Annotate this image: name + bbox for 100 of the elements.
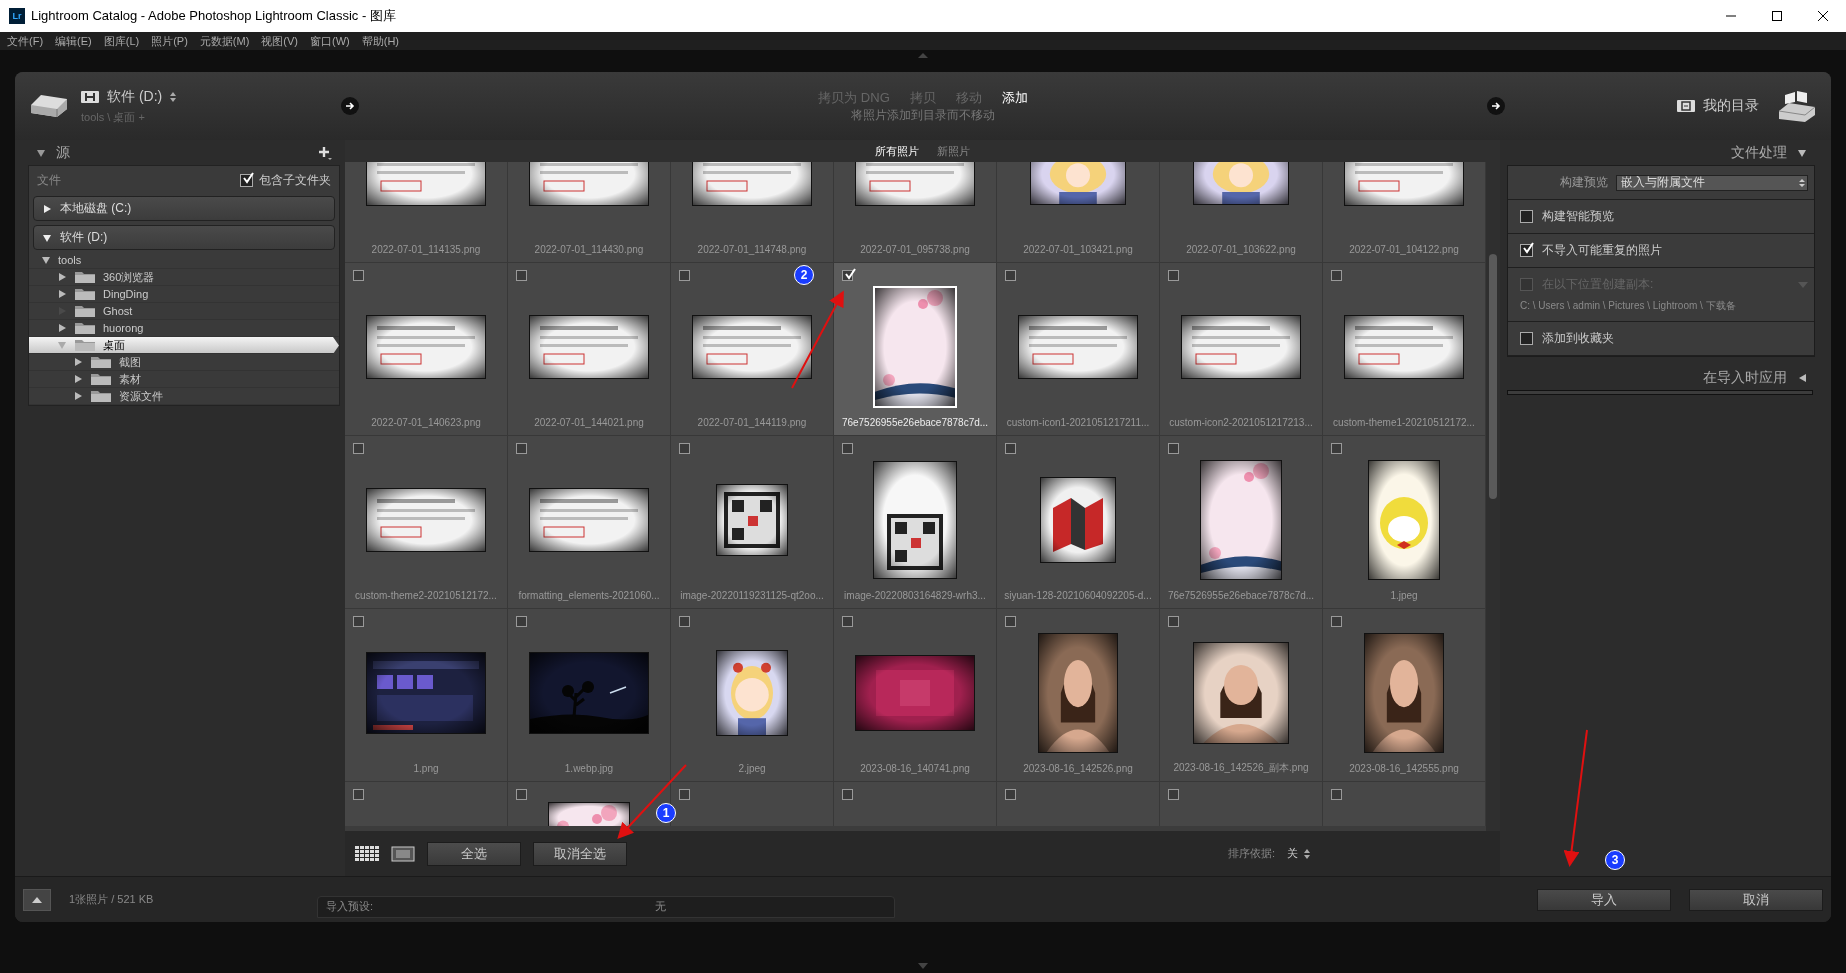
import-button[interactable]: 导入	[1537, 888, 1671, 911]
file-name: 2023-08-16_140741.png	[860, 762, 970, 774]
thumbnail-cell[interactable]: custom-theme2-20210512172...	[345, 436, 508, 609]
folder-item[interactable]: 素材	[29, 371, 339, 388]
section-label: 文件	[37, 171, 61, 189]
file-name: 1.jpeg	[1390, 589, 1418, 601]
cancel-button[interactable]: 取消	[1689, 888, 1823, 911]
file-name: image-20220803164829-wrh3...	[844, 589, 986, 601]
panel-title: 源	[56, 143, 70, 162]
thumbnail-cell[interactable]: 2022-07-01_114430.png	[508, 162, 671, 263]
thumbnail-cell[interactable]: custom-icon2-2021051217213...	[1160, 263, 1323, 436]
volume-header[interactable]: 本地磁盘 (C:)	[33, 196, 335, 221]
file-name: custom-theme2-20210512172...	[355, 589, 497, 601]
thumbnail-cell[interactable]: image-20220119231125-qt2oo...	[671, 436, 834, 609]
file-name: 2022-07-01_104122.png	[1349, 243, 1459, 255]
thumbnail-cell[interactable]: 76e7526955e26ebace7878c7d...	[1160, 436, 1323, 609]
folder-item[interactable]: 截图	[29, 354, 339, 371]
preset-field[interactable]: 导入预设: 无	[317, 895, 895, 918]
sort-dropdown[interactable]: 关	[1287, 846, 1310, 861]
thumbnail-cell[interactable]: formatting_elements-2021060...	[508, 436, 671, 609]
file-name: 2.jpeg	[738, 762, 766, 774]
file-name: formatting_elements-2021060...	[518, 589, 660, 601]
menu-item[interactable]: 帮助(H)	[361, 33, 399, 49]
thumbnail-cell[interactable]: 2023-08-16_142526_副本.png	[1160, 609, 1323, 782]
file-name: custom-theme1-20210512172...	[1333, 416, 1475, 428]
thumbnail-cell[interactable]: 2022-07-01_144021.png	[508, 263, 671, 436]
thumbnail-cell[interactable]: 2023-08-16_142555.png	[1323, 609, 1486, 782]
thumbnail-cell[interactable]: 76e7526955e26ebace7878c7d...	[834, 263, 997, 436]
menu-item[interactable]: 图库(L)	[103, 33, 140, 49]
file-name: 1.webp.jpg	[564, 762, 614, 774]
file-name: 76e7526955e26ebace7878c7d...	[1167, 589, 1315, 601]
file-name: 2023-08-16_142526.png	[1023, 762, 1133, 774]
file-name: 1.png	[413, 762, 439, 774]
file-name: 2022-07-01_140623.png	[371, 416, 481, 428]
file-name: 2023-08-16_142526_副本.png	[1173, 761, 1309, 775]
window-title: Lightroom Catalog - Adobe Photoshop Lightroom Classic - 图库	[31, 7, 397, 25]
file-name: 2022-07-01_114430.png	[534, 243, 644, 255]
file-name: custom-icon1-2021051217211...	[1006, 416, 1150, 428]
file-name: 2022-07-01_144021.png	[534, 416, 644, 428]
panel-title: 文件处理	[1731, 143, 1787, 162]
thumbnail-cell[interactable]: 1.webp.jpg	[508, 609, 671, 782]
option-label: 不导入可能重复的照片	[1542, 242, 1662, 259]
file-name: 2022-07-01_103622.png	[1186, 243, 1296, 255]
folder-item[interactable]: 资源文件	[29, 388, 339, 405]
file-name: siyuan-128-20210604092205-d...	[1004, 589, 1152, 601]
thumbnail-cell[interactable]: 2023-08-16_142526.png	[997, 609, 1160, 782]
folder-path: C: \ Users \ admin \ Pictures \ Lightroom \ 下载备	[1520, 299, 1737, 313]
checkbox-label: 包含子文件夹	[259, 171, 331, 189]
field-label: 构建预览	[1560, 174, 1608, 191]
preview-dropdown[interactable]: 嵌入与附属文件	[1616, 174, 1808, 191]
thumbnail-cell[interactable]: 1.jpeg	[1323, 436, 1486, 609]
thumbnail-cell[interactable]: 2022-07-01_104122.png	[1323, 162, 1486, 263]
thumbnail-cell[interactable]: 2022-07-01_103421.png	[997, 162, 1160, 263]
file-name: 76e7526955e26ebace7878c7d...	[841, 416, 989, 428]
mode-tab[interactable]: 添加	[1001, 88, 1028, 107]
folder-item[interactable]: Ghost	[29, 303, 339, 320]
folder-item[interactable]: 桌面	[29, 337, 339, 354]
volume-header[interactable]: 软件 (D:)	[33, 225, 335, 250]
thumbnail-cell[interactable]: 2022-07-01_114135.png	[345, 162, 508, 263]
panel-title: 在导入时应用	[1703, 368, 1787, 387]
photo-summary: 1张照片 / 521 KB	[69, 892, 155, 907]
thumbnail-cell[interactable]: 2022-07-01_114748.png	[671, 162, 834, 263]
source-volume[interactable]: 软件 (D:)	[107, 87, 163, 106]
thumbnail-cell[interactable]: 2022-07-01_095738.png	[834, 162, 997, 263]
file-name: image-20220119231125-qt2oo...	[680, 589, 824, 601]
menu-item[interactable]: 照片(P)	[151, 33, 188, 49]
option-label: 构建智能预览	[1542, 208, 1614, 225]
thumbnail-cell[interactable]: custom-icon1-2021051217211...	[997, 263, 1160, 436]
thumbnail-cell[interactable]: custom-theme1-20210512172...	[1323, 263, 1486, 436]
app-icon: Lr	[9, 8, 25, 24]
mode-hint: 将照片添加到目录而不移动	[851, 106, 995, 124]
thumbnail-cell[interactable]: siyuan-128-20210604092205-d...	[997, 436, 1160, 609]
file-name: 2022-07-01_114748.png	[697, 243, 807, 255]
file-name: 2022-07-01_095738.png	[860, 243, 970, 255]
file-name: 2022-07-01_114135.png	[371, 243, 481, 255]
filter-tab[interactable]: 所有照片	[875, 143, 919, 159]
sort-label: 排序依据:	[1227, 846, 1275, 861]
folder-item[interactable]: DingDing	[29, 286, 339, 303]
thumbnail-cell[interactable]: 2022-07-01_103622.png	[1160, 162, 1323, 263]
thumbnail-cell[interactable]: 2023-08-16_140741.png	[834, 609, 997, 782]
menu-item[interactable]: 元数据(M)	[199, 33, 250, 49]
thumbnail-cell[interactable]: 2022-07-01_140623.png	[345, 263, 508, 436]
deselect-all-button[interactable]: 取消全选	[533, 841, 627, 866]
menu-item[interactable]: 编辑(E)	[55, 33, 92, 49]
thumbnail-cell[interactable]: 1.png	[345, 609, 508, 782]
folder-item[interactable]: tools	[29, 252, 339, 269]
menu-item[interactable]: 视图(V)	[261, 33, 298, 49]
thumbnail-cell[interactable]: image-20220803164829-wrh3...	[834, 436, 997, 609]
menu-item[interactable]: 窗口(W)	[310, 33, 350, 49]
option-label: 添加到收藏夹	[1542, 330, 1614, 347]
file-name: 2023-08-16_142555.png	[1349, 762, 1459, 774]
file-name: 2022-07-01_144119.png	[697, 416, 807, 428]
file-name: 2022-07-01_103421.png	[1023, 243, 1133, 255]
destination-label[interactable]: 我的目录	[1703, 97, 1759, 115]
select-all-button[interactable]: 全选	[427, 841, 521, 866]
menu-item[interactable]: 文件(F)	[7, 33, 44, 49]
file-name: custom-icon2-2021051217213...	[1169, 416, 1313, 428]
filter-tab[interactable]: 新照片	[937, 143, 970, 159]
folder-item[interactable]: 360浏览器	[29, 269, 339, 286]
thumbnail-cell[interactable]: 2.jpeg	[671, 609, 834, 782]
